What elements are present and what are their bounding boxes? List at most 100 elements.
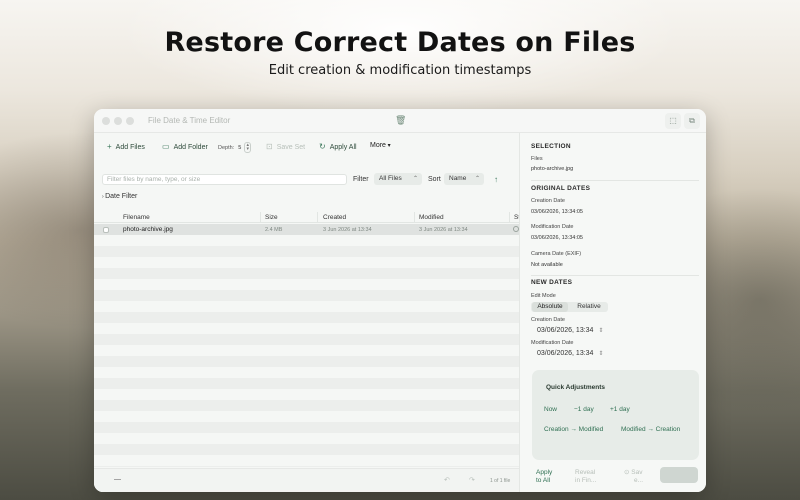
- stepper-icon[interactable]: ⇕: [598, 351, 603, 357]
- save-button[interactable]: ⊙ Sav e...: [624, 469, 643, 485]
- apply-to-all-line2: to All: [536, 477, 551, 484]
- status-bar: — ↶ ↷ 1 of 1 file: [94, 468, 519, 492]
- row-size: 2.4 MB: [265, 227, 283, 233]
- column-divider: [317, 212, 318, 222]
- filter-label: Filter: [353, 176, 369, 183]
- minimize-window-button[interactable]: [114, 117, 122, 125]
- row-modified: 3 Jun 2026 at 13:34: [419, 227, 468, 233]
- divider: [531, 275, 699, 276]
- stepper-icon[interactable]: ⇕: [598, 328, 603, 334]
- add-files-label: Add Files: [115, 144, 145, 151]
- apply-all-label: Apply All: [329, 144, 357, 151]
- save-icon: ⊡: [266, 142, 273, 151]
- row-filename: photo-archive.jpg: [123, 226, 173, 233]
- apply-to-all-line1: Apply: [536, 469, 553, 476]
- sort-direction-icon[interactable]: ↑: [494, 175, 498, 184]
- column-created[interactable]: Created: [323, 214, 346, 221]
- quick-plus-day-button[interactable]: +1 day: [610, 406, 630, 413]
- table-header: Filename Size Created Modified St: [94, 211, 520, 223]
- files-label: Files: [531, 156, 543, 162]
- share-icon[interactable]: ⬚: [665, 113, 681, 129]
- quick-adjustments-panel: Quick Adjustments Now −1 day +1 day Crea…: [532, 370, 699, 460]
- orig-modification-value: 03/06/2026, 13:34:05: [531, 235, 583, 241]
- redo-icon[interactable]: ↷: [469, 476, 475, 484]
- new-creation-label: Creation Date: [531, 317, 565, 323]
- save-line1: Sav: [631, 469, 643, 476]
- empty-rows: [94, 235, 519, 467]
- selection-title: SELECTION: [531, 143, 571, 150]
- undo-icon[interactable]: ↶: [444, 476, 450, 484]
- chevron-updown-icon: ⌃: [474, 176, 480, 182]
- divider: [531, 180, 699, 181]
- close-window-button[interactable]: [102, 117, 110, 125]
- sort-select[interactable]: Name ⌃: [444, 173, 484, 185]
- sort-label: Sort: [428, 176, 441, 183]
- inspector-panel: SELECTION Files photo-archive.jpg ORIGIN…: [519, 133, 706, 492]
- add-folder-label: Add Folder: [173, 144, 208, 151]
- edit-mode-segmented: Absolute Relative: [531, 302, 608, 312]
- save-set-button[interactable]: ⊡ Save Set: [266, 142, 305, 151]
- apply-button[interactable]: [660, 467, 698, 483]
- folder-icon: ▭: [162, 142, 170, 151]
- search-input[interactable]: Filter files by name, type, or size: [102, 174, 347, 185]
- save-icon: ⊙: [624, 469, 630, 476]
- column-modified[interactable]: Modified: [419, 214, 444, 221]
- filter-select[interactable]: All Files ⌃: [374, 173, 422, 185]
- trash-icon[interactable]: 🗑: [395, 115, 406, 126]
- apply-to-all-button[interactable]: Apply to All: [536, 469, 552, 485]
- date-filter-label: Date Filter: [105, 193, 138, 200]
- file-count: 1 of 1 file: [490, 478, 511, 484]
- remove-file-button[interactable]: —: [114, 476, 121, 483]
- apply-all-button[interactable]: ↻ Apply All: [319, 142, 357, 151]
- add-folder-button[interactable]: ▭ Add Folder: [162, 142, 208, 151]
- original-dates-title: ORIGINAL DATES: [531, 185, 591, 192]
- window-title: File Date & Time Editor: [148, 116, 231, 125]
- depth-stepper[interactable]: ▴ ▾: [244, 142, 252, 153]
- zoom-window-button[interactable]: [126, 117, 134, 125]
- reveal-in-finder-button[interactable]: Reveal in Fin...: [575, 469, 596, 485]
- column-size[interactable]: Size: [265, 214, 278, 221]
- chevron-updown-icon: ⌃: [412, 176, 418, 182]
- files-value: photo-archive.jpg: [531, 166, 574, 172]
- creation-to-modified-button[interactable]: Creation → Modified: [544, 426, 603, 433]
- table-row[interactable]: photo-archive.jpg 2.4 MB 3 Jun 2026 at 1…: [94, 224, 519, 235]
- more-menu[interactable]: More ▾: [370, 142, 391, 149]
- plus-icon: +: [107, 142, 112, 151]
- new-creation-picker[interactable]: 03/06/2026, 13:34 ⇕: [537, 327, 603, 334]
- copy-icon[interactable]: ⧉: [684, 113, 700, 129]
- file-list-pane: + Add Files ▭ Add Folder Depth: 5 ▴ ▾ ⊡ Save S…: [94, 133, 520, 492]
- apply-icon: ↻: [319, 142, 326, 151]
- hero-title: Restore Correct Dates on Files: [164, 27, 636, 58]
- column-divider: [509, 212, 510, 222]
- date-filter-toggle[interactable]: › Date Filter: [102, 193, 137, 200]
- orig-creation-value: 03/06/2026, 13:34:05: [531, 209, 583, 215]
- hero-subtitle: Edit creation & modification timestamps: [268, 63, 532, 78]
- column-divider: [414, 212, 415, 222]
- new-modification-value: 03/06/2026, 13:34: [537, 350, 594, 357]
- modified-to-creation-button[interactable]: Modified → Creation: [621, 426, 680, 433]
- column-divider: [260, 212, 261, 222]
- quick-minus-day-button[interactable]: −1 day: [574, 406, 594, 413]
- mode-absolute-button[interactable]: Absolute: [532, 302, 568, 312]
- mode-relative-button[interactable]: Relative: [571, 302, 607, 312]
- orig-modification-label: Modification Date: [531, 224, 574, 230]
- row-checkbox[interactable]: [103, 227, 109, 233]
- chevron-down-icon: ▾: [385, 143, 391, 149]
- app-window: File Date & Time Editor 🗑 ⬚ ⧉ + Add Files…: [94, 109, 706, 492]
- reveal-line2: in Fin...: [575, 477, 597, 484]
- column-filename[interactable]: Filename: [123, 214, 150, 221]
- reveal-line1: Reveal: [575, 469, 596, 476]
- depth-control: Depth: 5 ▴ ▾: [218, 142, 252, 153]
- title-bar: File Date & Time Editor 🗑 ⬚ ⧉: [94, 109, 706, 133]
- depth-value: 5: [238, 144, 242, 151]
- filter-value: All Files: [379, 175, 402, 182]
- new-modification-picker[interactable]: 03/06/2026, 13:34 ⇕: [537, 350, 603, 357]
- camera-date-label: Camera Date (EXIF): [531, 251, 582, 257]
- camera-date-value: Not available: [531, 262, 563, 268]
- add-files-button[interactable]: + Add Files: [107, 142, 145, 151]
- row-created: 3 Jun 2026 at 13:34: [323, 227, 372, 233]
- quick-now-button[interactable]: Now: [544, 406, 557, 413]
- save-line2: e...: [634, 477, 644, 484]
- more-label: More: [370, 142, 386, 149]
- quick-adjustments-title: Quick Adjustments: [546, 384, 605, 391]
